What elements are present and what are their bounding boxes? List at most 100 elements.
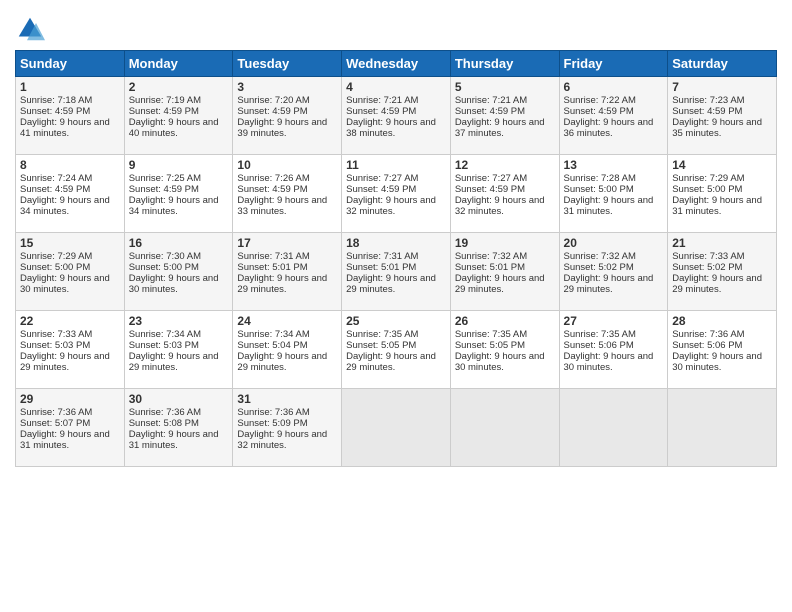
logo-icon: [15, 14, 45, 44]
sunset-label: Sunset: 5:05 PM: [455, 340, 525, 351]
sunset-label: Sunset: 4:59 PM: [672, 106, 742, 117]
day-number: 31: [237, 392, 337, 406]
daylight-label: Daylight: 9 hours and 41 minutes.: [20, 117, 110, 139]
daylight-label: Daylight: 9 hours and 34 minutes.: [129, 195, 219, 217]
sunset-label: Sunset: 5:01 PM: [237, 262, 307, 273]
sunrise-label: Sunrise: 7:28 AM: [564, 173, 636, 184]
sunset-label: Sunset: 5:01 PM: [346, 262, 416, 273]
calendar-table: SundayMondayTuesdayWednesdayThursdayFrid…: [15, 50, 777, 467]
daylight-label: Daylight: 9 hours and 32 minutes.: [237, 429, 327, 451]
sunset-label: Sunset: 4:59 PM: [346, 106, 416, 117]
calendar-cell: 6Sunrise: 7:22 AMSunset: 4:59 PMDaylight…: [559, 77, 668, 155]
daylight-label: Daylight: 9 hours and 29 minutes.: [237, 273, 327, 295]
sunset-label: Sunset: 4:59 PM: [564, 106, 634, 117]
day-number: 23: [129, 314, 229, 328]
daylight-label: Daylight: 9 hours and 36 minutes.: [564, 117, 654, 139]
sunrise-label: Sunrise: 7:33 AM: [672, 251, 744, 262]
sunset-label: Sunset: 5:00 PM: [564, 184, 634, 195]
daylight-label: Daylight: 9 hours and 29 minutes.: [20, 351, 110, 373]
sunset-label: Sunset: 5:09 PM: [237, 418, 307, 429]
sunset-label: Sunset: 4:59 PM: [20, 106, 90, 117]
day-number: 19: [455, 236, 555, 250]
sunset-label: Sunset: 4:59 PM: [346, 184, 416, 195]
day-number: 22: [20, 314, 120, 328]
calendar-week-5: 29Sunrise: 7:36 AMSunset: 5:07 PMDayligh…: [16, 389, 777, 467]
daylight-label: Daylight: 9 hours and 31 minutes.: [672, 195, 762, 217]
day-number: 12: [455, 158, 555, 172]
day-number: 28: [672, 314, 772, 328]
daylight-label: Daylight: 9 hours and 29 minutes.: [455, 273, 545, 295]
sunset-label: Sunset: 5:03 PM: [20, 340, 90, 351]
sunrise-label: Sunrise: 7:32 AM: [455, 251, 527, 262]
calendar-cell: 10Sunrise: 7:26 AMSunset: 4:59 PMDayligh…: [233, 155, 342, 233]
daylight-label: Daylight: 9 hours and 29 minutes.: [672, 273, 762, 295]
sunrise-label: Sunrise: 7:36 AM: [20, 407, 92, 418]
day-number: 16: [129, 236, 229, 250]
calendar-cell: 24Sunrise: 7:34 AMSunset: 5:04 PMDayligh…: [233, 311, 342, 389]
sunrise-label: Sunrise: 7:29 AM: [672, 173, 744, 184]
calendar-cell: 2Sunrise: 7:19 AMSunset: 4:59 PMDaylight…: [124, 77, 233, 155]
sunset-label: Sunset: 4:59 PM: [129, 106, 199, 117]
calendar-cell: 3Sunrise: 7:20 AMSunset: 4:59 PMDaylight…: [233, 77, 342, 155]
col-header-tuesday: Tuesday: [233, 51, 342, 77]
sunrise-label: Sunrise: 7:20 AM: [237, 95, 309, 106]
daylight-label: Daylight: 9 hours and 30 minutes.: [129, 273, 219, 295]
sunrise-label: Sunrise: 7:23 AM: [672, 95, 744, 106]
sunrise-label: Sunrise: 7:21 AM: [346, 95, 418, 106]
day-number: 5: [455, 80, 555, 94]
calendar-week-4: 22Sunrise: 7:33 AMSunset: 5:03 PMDayligh…: [16, 311, 777, 389]
sunset-label: Sunset: 5:06 PM: [672, 340, 742, 351]
day-number: 14: [672, 158, 772, 172]
col-header-friday: Friday: [559, 51, 668, 77]
sunrise-label: Sunrise: 7:26 AM: [237, 173, 309, 184]
daylight-label: Daylight: 9 hours and 31 minutes.: [20, 429, 110, 451]
day-number: 25: [346, 314, 446, 328]
sunrise-label: Sunrise: 7:36 AM: [129, 407, 201, 418]
header: [15, 10, 777, 44]
calendar-cell: 31Sunrise: 7:36 AMSunset: 5:09 PMDayligh…: [233, 389, 342, 467]
page-container: SundayMondayTuesdayWednesdayThursdayFrid…: [0, 0, 792, 477]
day-number: 2: [129, 80, 229, 94]
sunset-label: Sunset: 5:05 PM: [346, 340, 416, 351]
day-number: 3: [237, 80, 337, 94]
sunset-label: Sunset: 5:02 PM: [672, 262, 742, 273]
col-header-saturday: Saturday: [668, 51, 777, 77]
day-number: 15: [20, 236, 120, 250]
col-header-thursday: Thursday: [450, 51, 559, 77]
sunset-label: Sunset: 5:08 PM: [129, 418, 199, 429]
sunset-label: Sunset: 5:02 PM: [564, 262, 634, 273]
sunrise-label: Sunrise: 7:31 AM: [346, 251, 418, 262]
col-header-wednesday: Wednesday: [342, 51, 451, 77]
daylight-label: Daylight: 9 hours and 30 minutes.: [20, 273, 110, 295]
calendar-cell: 16Sunrise: 7:30 AMSunset: 5:00 PMDayligh…: [124, 233, 233, 311]
calendar-week-3: 15Sunrise: 7:29 AMSunset: 5:00 PMDayligh…: [16, 233, 777, 311]
calendar-cell: 23Sunrise: 7:34 AMSunset: 5:03 PMDayligh…: [124, 311, 233, 389]
sunrise-label: Sunrise: 7:31 AM: [237, 251, 309, 262]
daylight-label: Daylight: 9 hours and 30 minutes.: [672, 351, 762, 373]
daylight-label: Daylight: 9 hours and 29 minutes.: [129, 351, 219, 373]
sunset-label: Sunset: 4:59 PM: [455, 106, 525, 117]
calendar-cell: 9Sunrise: 7:25 AMSunset: 4:59 PMDaylight…: [124, 155, 233, 233]
sunrise-label: Sunrise: 7:25 AM: [129, 173, 201, 184]
daylight-label: Daylight: 9 hours and 37 minutes.: [455, 117, 545, 139]
day-number: 13: [564, 158, 664, 172]
sunset-label: Sunset: 4:59 PM: [455, 184, 525, 195]
sunrise-label: Sunrise: 7:32 AM: [564, 251, 636, 262]
day-number: 1: [20, 80, 120, 94]
calendar-cell: [668, 389, 777, 467]
col-header-sunday: Sunday: [16, 51, 125, 77]
calendar-cell: 11Sunrise: 7:27 AMSunset: 4:59 PMDayligh…: [342, 155, 451, 233]
daylight-label: Daylight: 9 hours and 29 minutes.: [346, 273, 436, 295]
calendar-cell: 22Sunrise: 7:33 AMSunset: 5:03 PMDayligh…: [16, 311, 125, 389]
sunrise-label: Sunrise: 7:35 AM: [564, 329, 636, 340]
daylight-label: Daylight: 9 hours and 29 minutes.: [237, 351, 327, 373]
sunset-label: Sunset: 5:06 PM: [564, 340, 634, 351]
sunrise-label: Sunrise: 7:34 AM: [237, 329, 309, 340]
sunrise-label: Sunrise: 7:21 AM: [455, 95, 527, 106]
day-number: 8: [20, 158, 120, 172]
calendar-cell: 25Sunrise: 7:35 AMSunset: 5:05 PMDayligh…: [342, 311, 451, 389]
day-number: 24: [237, 314, 337, 328]
sunset-label: Sunset: 4:59 PM: [20, 184, 90, 195]
calendar-cell: 18Sunrise: 7:31 AMSunset: 5:01 PMDayligh…: [342, 233, 451, 311]
calendar-cell: 21Sunrise: 7:33 AMSunset: 5:02 PMDayligh…: [668, 233, 777, 311]
